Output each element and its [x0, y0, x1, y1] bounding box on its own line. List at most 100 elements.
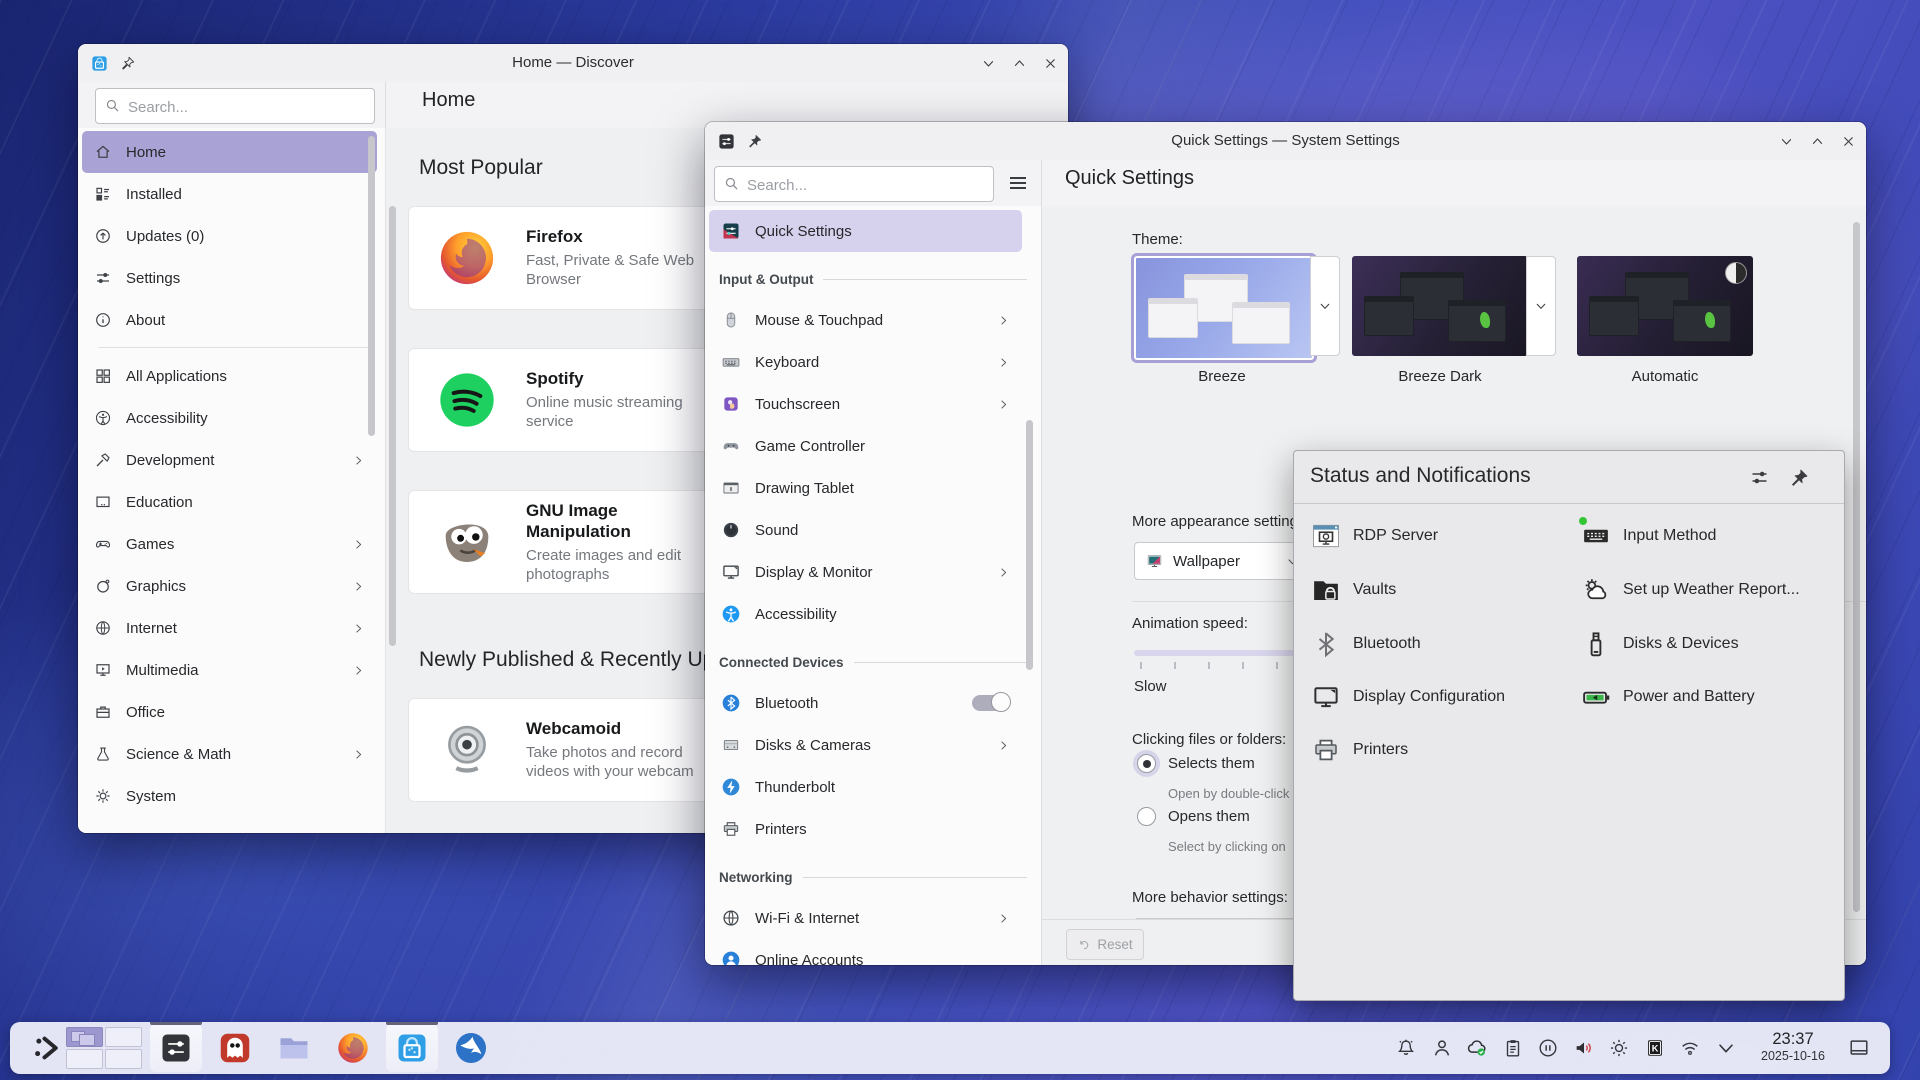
discover-search-input[interactable] — [126, 89, 368, 125]
close-icon[interactable] — [1841, 134, 1856, 149]
theme-variant-dropdown-breeze[interactable] — [1310, 256, 1340, 356]
pager-desktop-1[interactable] — [66, 1027, 103, 1047]
sidebar-item-accessibility[interactable]: Accessibility — [82, 397, 377, 439]
sidebar-item-development[interactable]: Development — [82, 439, 377, 481]
tray-clipboard[interactable] — [1502, 1037, 1524, 1059]
minimize-icon[interactable] — [981, 56, 996, 71]
sidebar-item-label: Keyboard — [755, 354, 819, 371]
configure-icon[interactable] — [1749, 467, 1770, 488]
sidebar-item-printers[interactable]: Printers — [709, 808, 1022, 850]
tray-expand-tray[interactable] — [1715, 1037, 1737, 1059]
popup-item-iconbox — [1310, 734, 1341, 765]
tray-cloud-sync[interactable] — [1466, 1037, 1488, 1059]
popup-item-vaults[interactable]: Vaults — [1310, 574, 1396, 605]
radio-selects-them[interactable] — [1137, 754, 1156, 773]
popup-item-display-configuration[interactable]: Display Configuration — [1310, 681, 1505, 712]
popup-item-set-up-weather-report[interactable]: Set up Weather Report... — [1580, 574, 1800, 605]
pin-icon[interactable] — [1789, 467, 1810, 488]
theme-mini-window — [1148, 298, 1198, 338]
popup-item-input-method[interactable]: Input Method — [1580, 520, 1716, 551]
app-launcher[interactable] — [27, 1028, 67, 1068]
settings-content-scrollbar[interactable] — [1853, 222, 1860, 912]
sidebar-item-system[interactable]: System — [82, 775, 377, 817]
tray-volume[interactable] — [1573, 1037, 1595, 1059]
radio-opens-them[interactable] — [1137, 807, 1156, 826]
sidebar-item-touchscreen[interactable]: Touchscreen — [709, 383, 1022, 425]
system-settings-task[interactable] — [156, 1028, 196, 1068]
discover-content-scrollbar[interactable] — [389, 206, 396, 646]
settings-search[interactable] — [714, 166, 994, 202]
virtual-desktop-pager[interactable] — [66, 1027, 142, 1069]
popup-item-printers[interactable]: Printers — [1310, 734, 1408, 765]
mouse-icon — [721, 310, 741, 330]
minimize-icon[interactable] — [1779, 134, 1794, 149]
popup-item-power-and-battery[interactable]: Power and Battery — [1580, 681, 1755, 712]
sidebar-item-game-controller[interactable]: Game Controller — [709, 425, 1022, 467]
theme-variant-dropdown-breeze-dark[interactable] — [1526, 256, 1556, 356]
sidebar-item-all-applications[interactable]: All Applications — [82, 355, 377, 397]
sidebar-item-disks-cameras[interactable]: Disks & Cameras — [709, 724, 1022, 766]
sidebar-item-bluetooth[interactable]: Bluetooth — [709, 682, 1022, 724]
sidebar-item-accessibility[interactable]: Accessibility — [709, 593, 1022, 635]
sidebar-item-wi-fi-internet[interactable]: Wi-Fi & Internet — [709, 897, 1022, 939]
tray-brightness[interactable] — [1608, 1037, 1630, 1059]
settings-sidebar-scrollbar[interactable] — [1026, 420, 1033, 670]
theme-tile-breeze[interactable] — [1134, 256, 1314, 360]
bluetooth-toggle[interactable] — [972, 695, 1010, 711]
discover-sidebar-scrollbar[interactable] — [368, 136, 375, 436]
divider — [1294, 503, 1844, 504]
sidebar-item-multimedia[interactable]: Multimedia — [82, 649, 377, 691]
show-desktop-button[interactable] — [1848, 1037, 1870, 1059]
sidebar-item-science-math[interactable]: Science & Math — [82, 733, 377, 775]
sidebar-item-education[interactable]: Education — [82, 481, 377, 523]
sidebar-item-settings[interactable]: Settings — [82, 257, 377, 299]
sidebar-item-mouse-touchpad[interactable]: Mouse & Touchpad — [709, 299, 1022, 341]
sidebar-item-games[interactable]: Games — [82, 523, 377, 565]
falkon-task[interactable] — [451, 1028, 491, 1068]
sidebar-item-graphics[interactable]: Graphics — [82, 565, 377, 607]
sidebar-item-thunderbolt[interactable]: Thunderbolt — [709, 766, 1022, 808]
tray-network[interactable] — [1679, 1037, 1701, 1059]
settings-titlebar[interactable]: Quick Settings — System Settings — [705, 122, 1866, 161]
popup-item-bluetooth[interactable]: Bluetooth — [1310, 628, 1421, 659]
maximize-icon[interactable] — [1012, 56, 1027, 71]
sidebar-item-updates-0[interactable]: Updates (0) — [82, 215, 377, 257]
sidebar-item-about[interactable]: About — [82, 299, 377, 341]
sidebar-item-quick-settings[interactable]: Quick Settings — [709, 210, 1022, 252]
discover-task[interactable] — [392, 1028, 432, 1068]
sidebar-item-internet[interactable]: Internet — [82, 607, 377, 649]
maximize-icon[interactable] — [1810, 134, 1825, 149]
sidebar-item-home[interactable]: Home — [82, 131, 377, 173]
sidebar-item-installed[interactable]: Installed — [82, 173, 377, 215]
clock[interactable]: 23:37 2025-10-16 — [1737, 1029, 1849, 1064]
pager-desktop-3[interactable] — [66, 1049, 103, 1069]
reset-button[interactable]: Reset — [1066, 929, 1144, 960]
firefox-task[interactable] — [333, 1028, 373, 1068]
dolphin-task[interactable] — [274, 1028, 314, 1068]
menu-icon[interactable] — [1006, 171, 1030, 195]
pager-desktop-4[interactable] — [105, 1049, 142, 1069]
close-icon[interactable] — [1043, 56, 1058, 71]
theme-tile-automatic[interactable] — [1577, 256, 1753, 356]
settings-search-input[interactable] — [745, 167, 987, 203]
sidebar-item-office[interactable]: Office — [82, 691, 377, 733]
sidebar-item-online-accounts[interactable]: Online Accounts — [709, 939, 1022, 965]
popup-item-rdp-server[interactable]: RDP Server — [1310, 520, 1438, 551]
discover-search[interactable] — [95, 88, 375, 124]
tray-media-pause[interactable] — [1537, 1037, 1559, 1059]
tray-notifications[interactable] — [1395, 1037, 1417, 1059]
ghostwriter-task[interactable] — [215, 1028, 255, 1068]
theme-tile-breeze-dark[interactable] — [1352, 256, 1528, 356]
sidebar-item-sound[interactable]: Sound — [709, 509, 1022, 551]
sidebar-item-keyboard[interactable]: Keyboard — [709, 341, 1022, 383]
tray-kate[interactable] — [1644, 1037, 1666, 1059]
sidebar-item-display-monitor[interactable]: Display & Monitor — [709, 551, 1022, 593]
popup-item-disks-devices[interactable]: Disks & Devices — [1580, 628, 1739, 659]
tray-user[interactable] — [1431, 1037, 1453, 1059]
wallpaper-settings-button[interactable]: Wallpaper — [1134, 542, 1310, 580]
sidebar-item-label: About — [126, 312, 165, 329]
pager-desktop-2[interactable] — [105, 1027, 142, 1047]
discover-titlebar[interactable]: Home — Discover — [78, 44, 1068, 83]
sidebar-item-drawing-tablet[interactable]: Drawing Tablet — [709, 467, 1022, 509]
popup-item-label: Set up Weather Report... — [1623, 581, 1800, 599]
